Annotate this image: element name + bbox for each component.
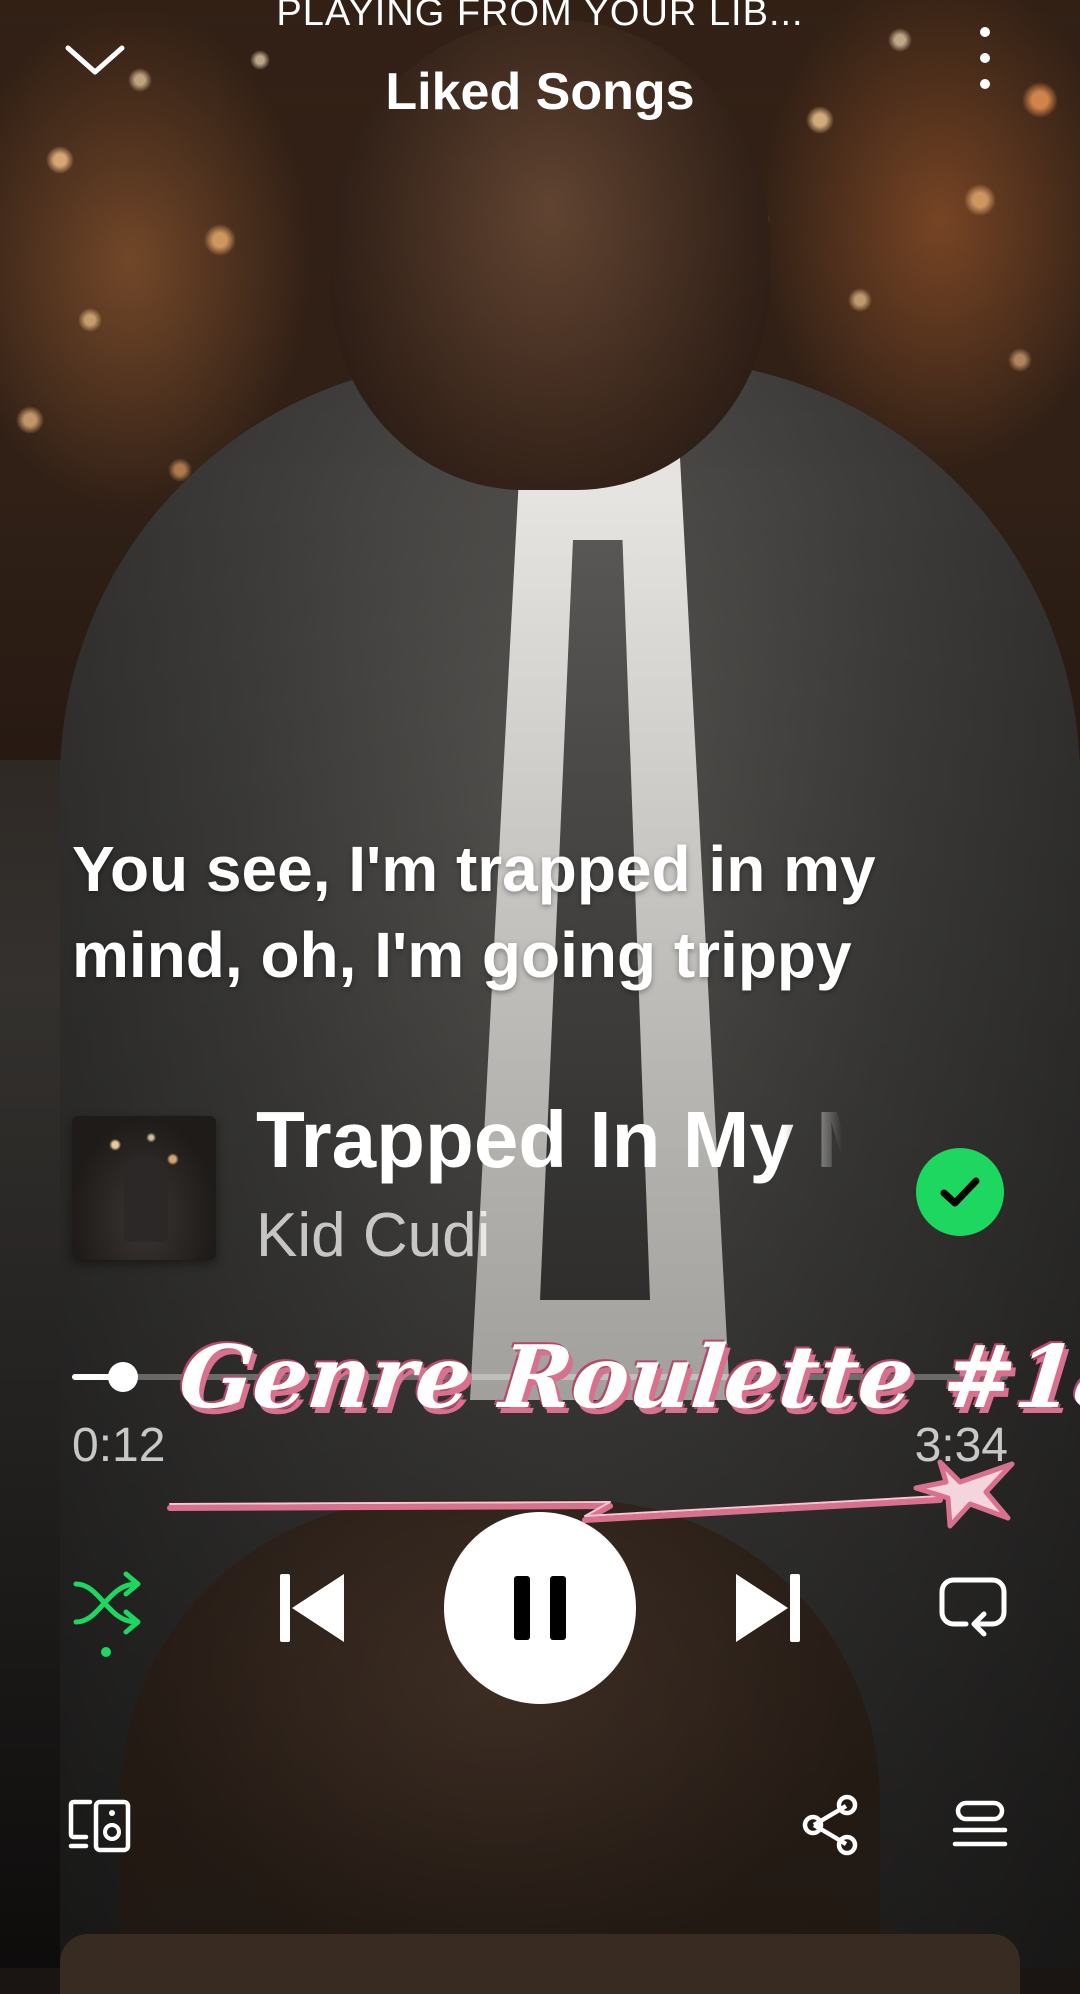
more-options-button[interactable] [960, 18, 1010, 98]
share-icon [802, 1794, 858, 1856]
share-button[interactable] [800, 1794, 860, 1856]
lyrics-line: You see, I'm trapped in my [72, 833, 876, 905]
genre-roulette-overlay: Genre Roulette #18 [174, 1327, 1080, 1428]
playlist-title[interactable]: Liked Songs [0, 62, 1080, 122]
lyrics-line: mind, oh, I'm going trippy [72, 919, 852, 991]
track-title: Trapped In My Mind [256, 1095, 842, 1184]
sparkle-icon [913, 1459, 1015, 1529]
queue-icon [952, 1800, 1008, 1847]
elapsed-time: 0:12 [72, 1419, 166, 1472]
skip-previous-icon [280, 1574, 344, 1642]
overlay-scribble-line [167, 1459, 1015, 1529]
liked-button[interactable] [916, 1148, 1004, 1236]
track-artist[interactable]: Kid Cudi [256, 1200, 490, 1271]
more-vertical-icon [980, 27, 990, 89]
queue-button[interactable] [952, 1800, 1008, 1852]
repeat-icon [939, 1577, 1007, 1637]
play-pause-button[interactable] [444, 1512, 636, 1704]
shuffle-icon [73, 1571, 141, 1657]
lyrics-preview[interactable]: You see, I'm trapped in my mind, oh, I'm… [72, 826, 1032, 998]
track-title-container[interactable]: Trapped In My Mind [256, 1090, 842, 1190]
connect-devices-button[interactable] [68, 1798, 132, 1854]
shuffle-button[interactable] [72, 1570, 148, 1660]
repeat-button[interactable] [938, 1574, 1008, 1640]
lyrics-panel-handle[interactable] [60, 1934, 1020, 1994]
skip-next-icon [736, 1574, 800, 1642]
devices-icon [68, 1799, 131, 1853]
album-cover[interactable] [72, 1116, 216, 1260]
next-button[interactable] [732, 1570, 802, 1646]
pause-icon [514, 1576, 566, 1640]
previous-button[interactable] [278, 1570, 348, 1646]
playing-from-label: PLAYING FROM YOUR LIB... [276, 0, 804, 34]
check-circle-icon [940, 1177, 980, 1207]
player-header: PLAYING FROM YOUR LIB... Liked Songs [0, 0, 1080, 140]
